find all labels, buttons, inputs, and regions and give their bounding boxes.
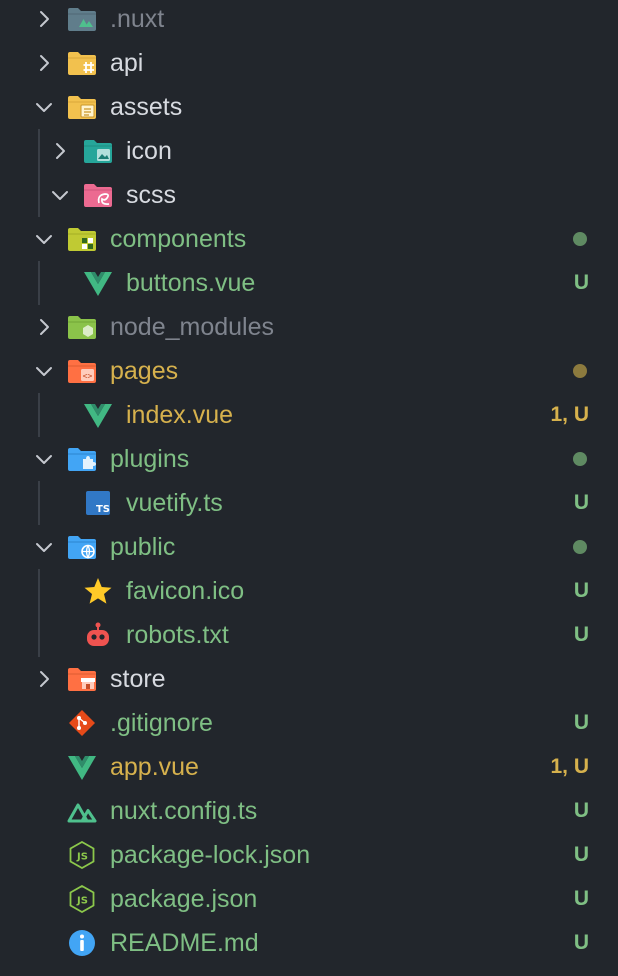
images-folder-icon [83,137,113,165]
tree-folder-plugins[interactable]: plugins [0,437,618,481]
chevron-right-icon[interactable] [33,668,55,690]
typescript-icon: TS [83,489,113,517]
nuxt-folder-icon [67,5,97,33]
item-label: node_modules [110,313,275,341]
star-icon [83,577,113,605]
chevron-down-icon[interactable] [33,360,55,382]
tree-folder-node-modules[interactable]: node_modules [0,305,618,349]
node-modules-folder-icon [67,313,97,341]
item-label: components [110,225,247,253]
item-label: package-lock.json [110,841,311,869]
git-status-badge: U [573,799,589,822]
item-label: store [110,665,166,693]
nodejs-icon: JS [67,840,97,870]
sass-folder-open-icon [83,181,113,209]
tree-file-vuetify-ts[interactable]: TS vuetify.ts U [0,481,618,525]
public-folder-open-icon [67,533,97,561]
item-label: package.json [110,885,258,913]
tree-folder-scss[interactable]: scss [0,173,618,217]
git-status-dot [573,364,587,378]
vue-icon [67,753,97,781]
item-label: robots.txt [126,621,229,649]
chevron-right-icon[interactable] [33,52,55,74]
tree-folder-nuxt[interactable]: .nuxt [0,0,618,41]
chevron-right-icon[interactable] [33,316,55,338]
git-status-badge: U [573,887,589,910]
git-icon [67,709,97,737]
store-folder-icon [67,665,97,693]
item-label: README.md [110,929,259,957]
pages-folder-open-icon: <> [67,357,97,385]
assets-folder-open-icon [67,93,97,121]
item-label: nuxt.config.ts [110,797,258,825]
item-label: plugins [110,445,190,473]
api-folder-icon [67,49,97,77]
tree-file-favicon-ico[interactable]: favicon.ico U [0,569,618,613]
item-label: buttons.vue [126,269,256,297]
chevron-right-icon[interactable] [33,8,55,30]
item-label: app.vue [110,753,199,781]
git-status-badge: U [573,271,589,294]
chevron-down-icon[interactable] [33,96,55,118]
robot-icon [83,621,113,649]
tree-folder-assets[interactable]: assets [0,85,618,129]
chevron-down-icon[interactable] [49,184,71,206]
item-label: api [110,49,144,77]
tree-folder-pages[interactable]: <> pages [0,349,618,393]
nodejs-icon: JS [67,884,97,914]
git-status-badge: U [573,623,589,646]
git-status-badge: U [573,843,589,866]
components-folder-open-icon [67,225,97,253]
item-label: favicon.ico [126,577,245,605]
tree-folder-public[interactable]: public [0,525,618,569]
tree-folder-store[interactable]: store [0,657,618,701]
chevron-down-icon[interactable] [33,228,55,250]
item-label: .gitignore [110,709,213,737]
git-status-badge: 1, U [550,755,589,778]
chevron-down-icon[interactable] [33,536,55,558]
tree-folder-api[interactable]: api [0,41,618,85]
plugins-folder-open-icon [67,445,97,473]
git-status-badge: U [573,579,589,602]
chevron-down-icon[interactable] [33,448,55,470]
tree-file-package-json[interactable]: JS package.json U [0,877,618,921]
svg-text:TS: TS [96,504,110,515]
vue-icon [83,401,113,429]
git-status-dot [573,232,587,246]
tree-file-buttons-vue[interactable]: buttons.vue U [0,261,618,305]
tree-file-index-vue[interactable]: index.vue 1, U [0,393,618,437]
tree-file-readme-md[interactable]: README.md U [0,921,618,965]
git-status-badge: U [573,931,589,954]
file-explorer-tree: .nuxt api assets icon scss components buttons.… [0,0,618,976]
tree-file-nuxt-config-ts[interactable]: nuxt.config.ts U [0,789,618,833]
tree-file-robots-txt[interactable]: robots.txt U [0,613,618,657]
tree-folder-icon[interactable]: icon [0,129,618,173]
git-status-dot [573,452,587,466]
info-icon [67,929,97,957]
vue-icon [83,269,113,297]
item-label: assets [110,93,183,121]
item-label: icon [126,137,172,165]
svg-text:<>: <> [83,372,93,381]
item-label: public [110,533,176,561]
git-status-badge: U [573,711,589,734]
git-status-dot [573,540,587,554]
git-status-badge: 1, U [550,403,589,426]
tree-file-package-lock-json[interactable]: JS package-lock.json U [0,833,618,877]
item-label: pages [110,357,179,385]
svg-text:JS: JS [76,852,88,863]
git-status-badge: U [573,491,589,514]
nuxt-icon [67,797,97,825]
item-label: vuetify.ts [126,489,223,517]
tree-folder-components[interactable]: components [0,217,618,261]
tree-file-gitignore[interactable]: .gitignore U [0,701,618,745]
item-label: scss [126,181,176,209]
tree-file-app-vue[interactable]: app.vue 1, U [0,745,618,789]
item-label: .nuxt [110,5,165,33]
svg-text:JS: JS [76,896,88,907]
chevron-right-icon[interactable] [49,140,71,162]
item-label: index.vue [126,401,234,429]
